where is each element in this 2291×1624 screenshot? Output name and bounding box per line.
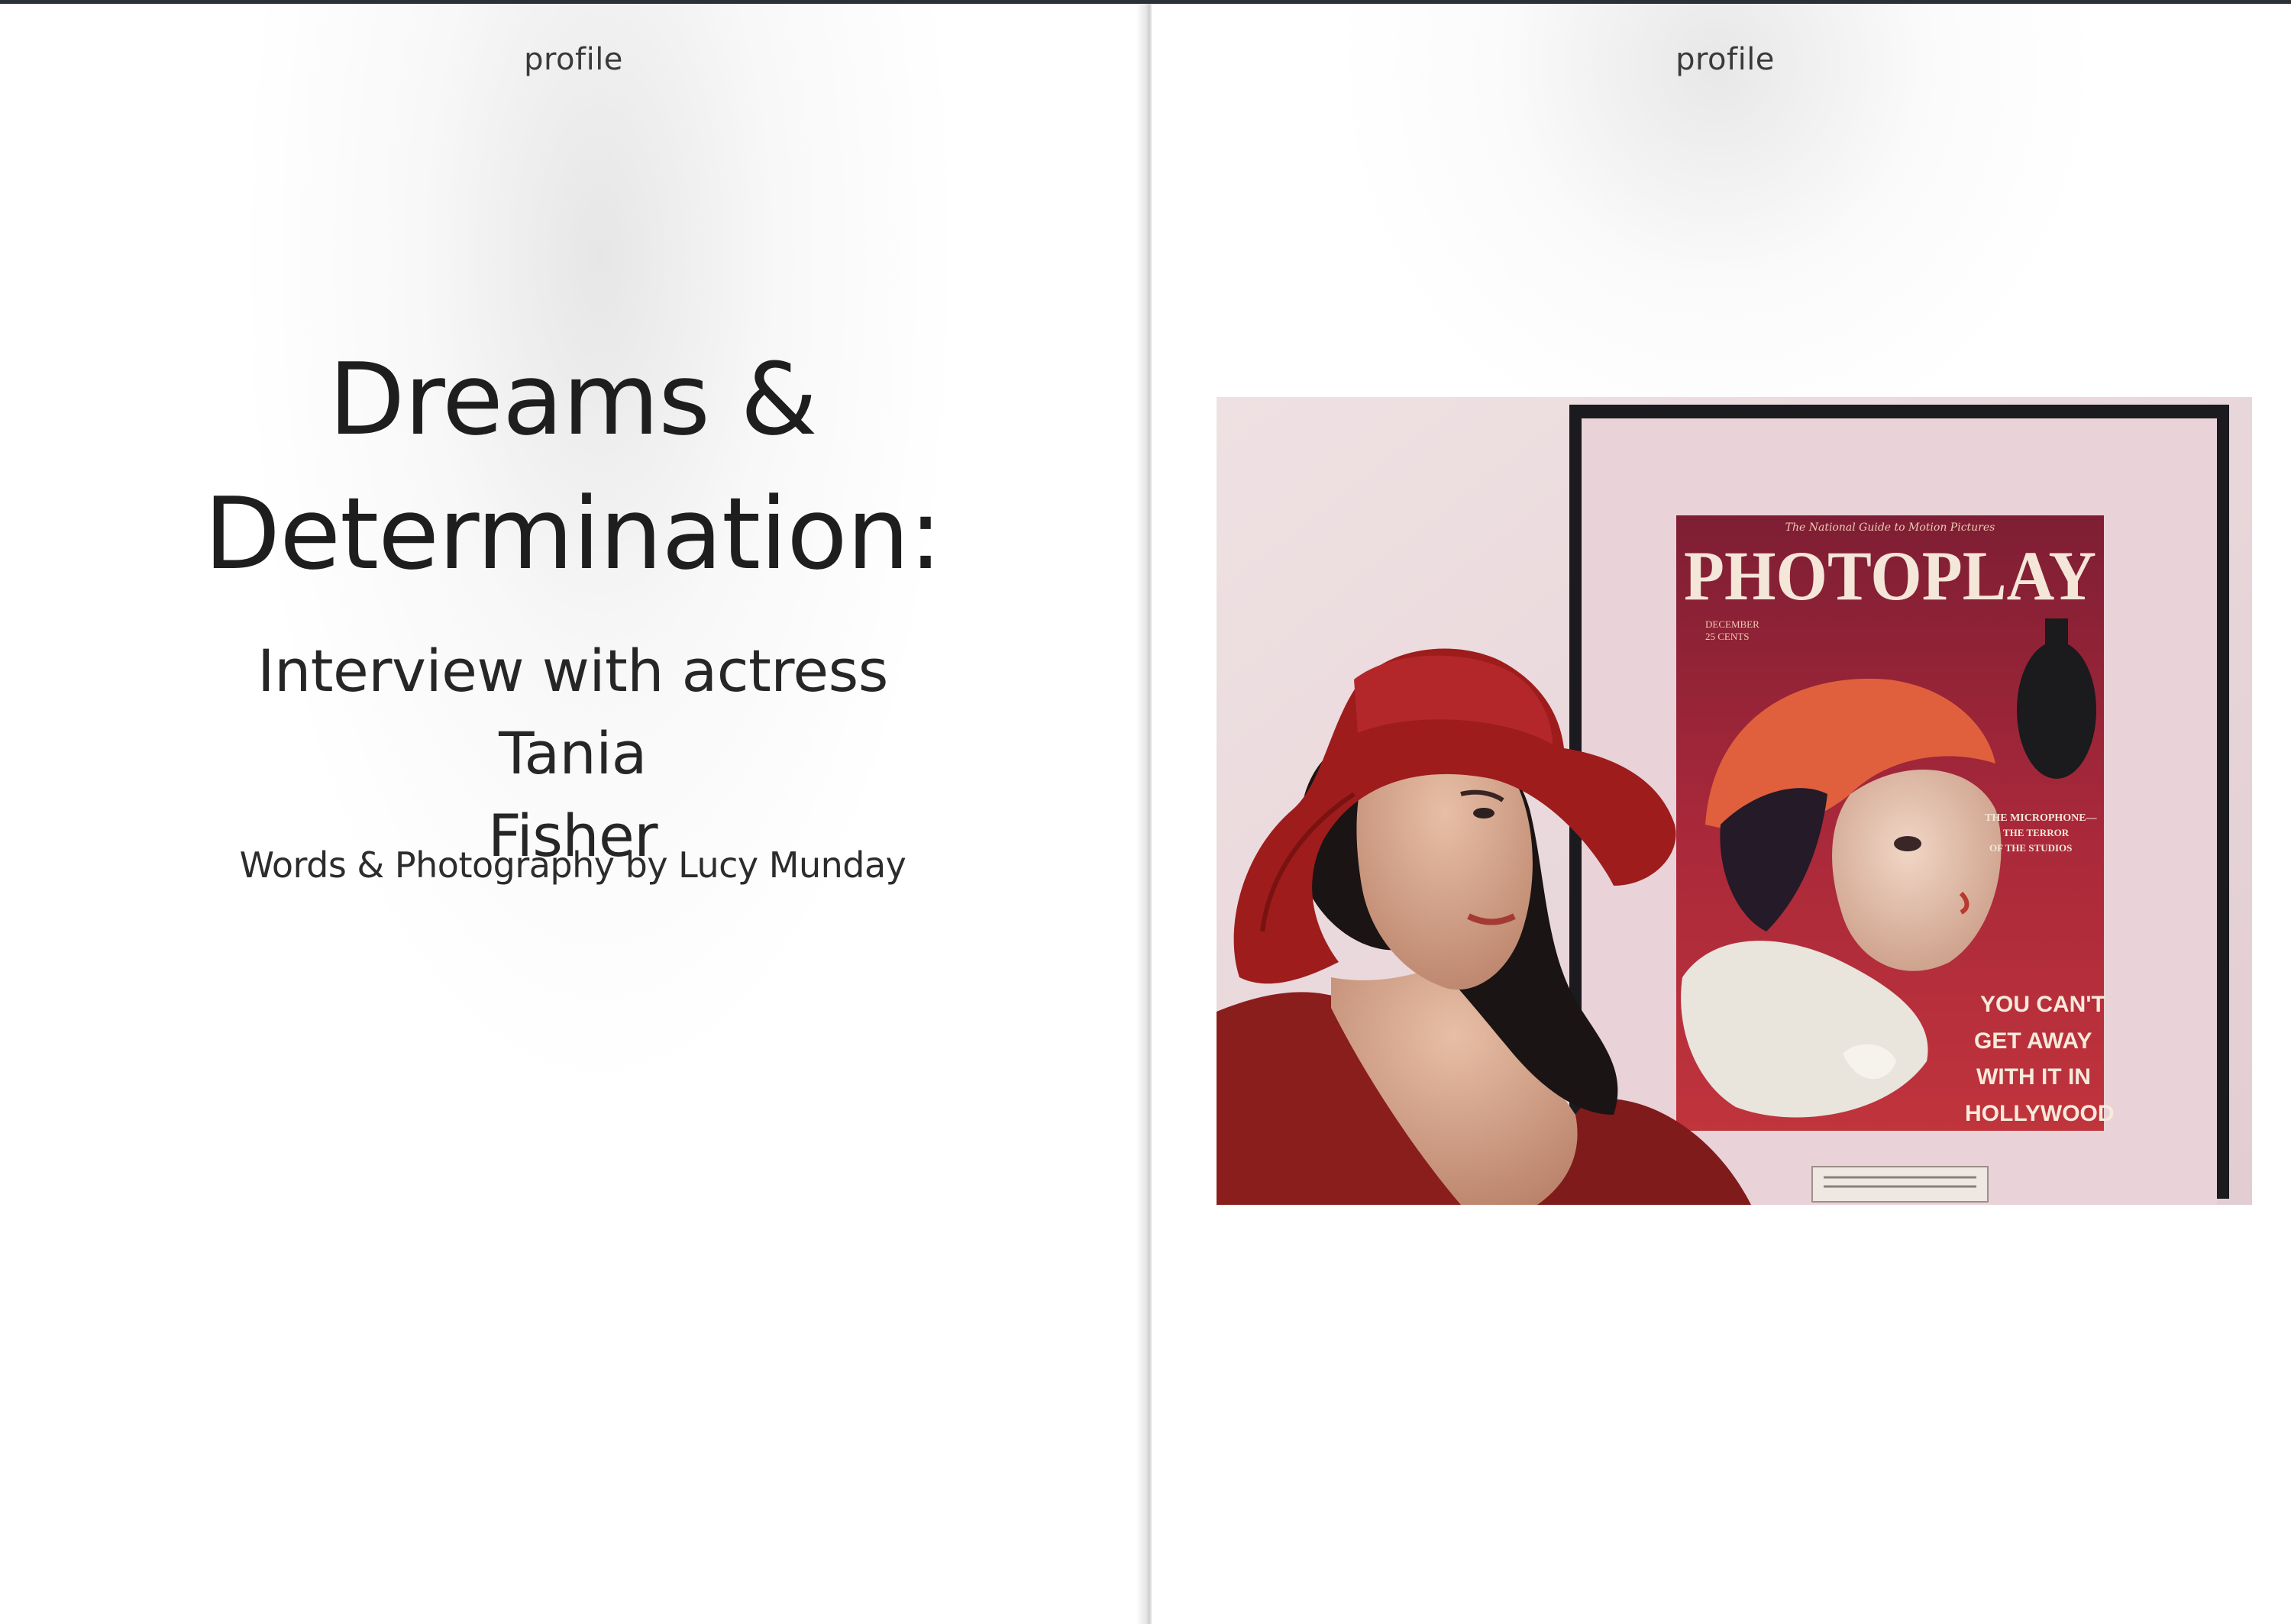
left-page: profile Dreams & Determination: Intervie… [0, 4, 1146, 1624]
poster-blurb-line-2: THE TERROR [2003, 827, 2070, 838]
title-line-1: Dreams & [328, 341, 817, 457]
photo-illustration: The National Guide to Motion Pictures PH… [1217, 397, 2252, 1205]
poster-date-line-2: 25 CENTS [1705, 631, 1749, 642]
poster-blurb-line-1: THE MICROPHONE— [1985, 812, 2098, 824]
poster-tagline: The National Guide to Motion Pictures [1785, 521, 1995, 534]
poster-cover-line-3: WITH IT IN [1976, 1064, 2091, 1090]
byline: Words & Photography by Lucy Munday [239, 844, 906, 886]
feature-photo: The National Guide to Motion Pictures PH… [1217, 397, 2252, 1205]
poster-date-line-1: DECEMBER [1705, 618, 1759, 630]
poster-cover-line-1: YOU CAN'T [1980, 992, 2105, 1017]
poster-plaque [1811, 1166, 1989, 1203]
poster-blurb-line-3: OF THE STUDIOS [1989, 842, 2072, 854]
subtitle-line-1: Interview with actress Tania [257, 637, 888, 787]
article-subtitle: Interview with actress Tania Fisher [176, 630, 970, 877]
microphone-icon [2017, 641, 2096, 779]
poster-masthead: PHOTOPLAY [1684, 537, 2096, 615]
article-title: Dreams & Determination: [176, 332, 970, 601]
right-page: profile The National Guide to Motion Pic… [1152, 4, 2291, 1624]
title-line-2: Determination: [204, 476, 942, 592]
section-label: profile [524, 42, 623, 77]
poster-cover-line-2: GET AWAY [1974, 1028, 2092, 1054]
poster-cover-line-4: HOLLYWOOD [1965, 1101, 2115, 1126]
section-label: profile [1675, 42, 1775, 77]
